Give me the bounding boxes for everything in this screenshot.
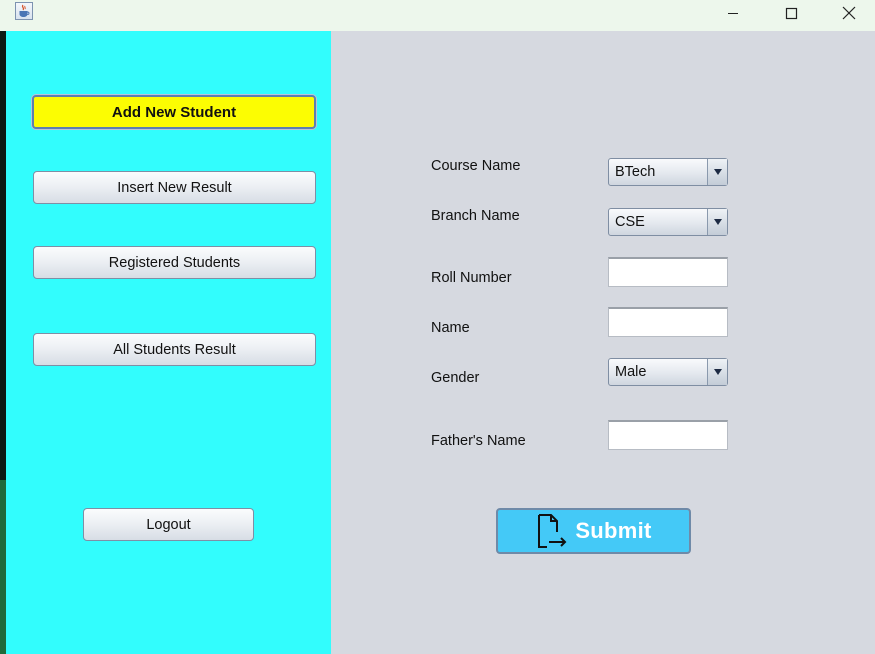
name-label: Name bbox=[431, 320, 470, 336]
window-titlebar[interactable] bbox=[0, 0, 875, 31]
java-cup-icon[interactable] bbox=[15, 2, 33, 20]
close-icon bbox=[842, 6, 856, 20]
name-input[interactable] bbox=[608, 307, 728, 337]
submit-label: Submit bbox=[575, 518, 652, 543]
submit-button[interactable]: Submit bbox=[496, 508, 691, 554]
insert-new-result-label: Insert New Result bbox=[117, 179, 232, 196]
document-export-icon bbox=[538, 514, 567, 548]
chevron-down-icon[interactable] bbox=[707, 209, 727, 235]
maximize-button[interactable] bbox=[762, 0, 820, 26]
add-new-student-label: Add New Student bbox=[111, 103, 237, 121]
branch-name-label: Branch Name bbox=[431, 208, 520, 224]
close-button[interactable] bbox=[820, 0, 875, 26]
gender-select[interactable]: Male bbox=[608, 358, 728, 386]
logout-button[interactable]: Logout bbox=[83, 508, 254, 541]
fathers-name-input[interactable] bbox=[608, 420, 728, 450]
chevron-down-icon[interactable] bbox=[707, 159, 727, 185]
all-students-result-label: All Students Result bbox=[113, 341, 236, 358]
student-form-panel bbox=[331, 31, 875, 654]
registered-students-button[interactable]: Registered Students bbox=[33, 246, 316, 279]
branch-name-select[interactable]: CSE bbox=[608, 208, 728, 236]
minimize-icon bbox=[728, 13, 738, 14]
course-name-value: BTech bbox=[615, 164, 656, 180]
sidebar: Add New Student Insert New Result Regist… bbox=[6, 31, 331, 654]
fathers-name-label: Father's Name bbox=[431, 433, 526, 449]
maximize-icon bbox=[785, 7, 797, 19]
registered-students-label: Registered Students bbox=[108, 254, 241, 271]
course-name-select[interactable]: BTech bbox=[608, 158, 728, 186]
roll-number-label: Roll Number bbox=[431, 270, 512, 286]
logout-label: Logout bbox=[146, 516, 191, 533]
gender-value: Male bbox=[615, 364, 647, 380]
roll-number-input[interactable] bbox=[608, 257, 728, 287]
course-name-label: Course Name bbox=[431, 158, 521, 174]
all-students-result-button[interactable]: All Students Result bbox=[33, 333, 316, 366]
gender-label: Gender bbox=[431, 370, 480, 386]
minimize-button[interactable] bbox=[704, 0, 762, 26]
branch-name-value: CSE bbox=[615, 214, 645, 230]
add-new-student-button[interactable]: Add New Student bbox=[32, 95, 316, 129]
insert-new-result-button[interactable]: Insert New Result bbox=[33, 171, 316, 204]
chevron-down-icon[interactable] bbox=[707, 359, 727, 385]
